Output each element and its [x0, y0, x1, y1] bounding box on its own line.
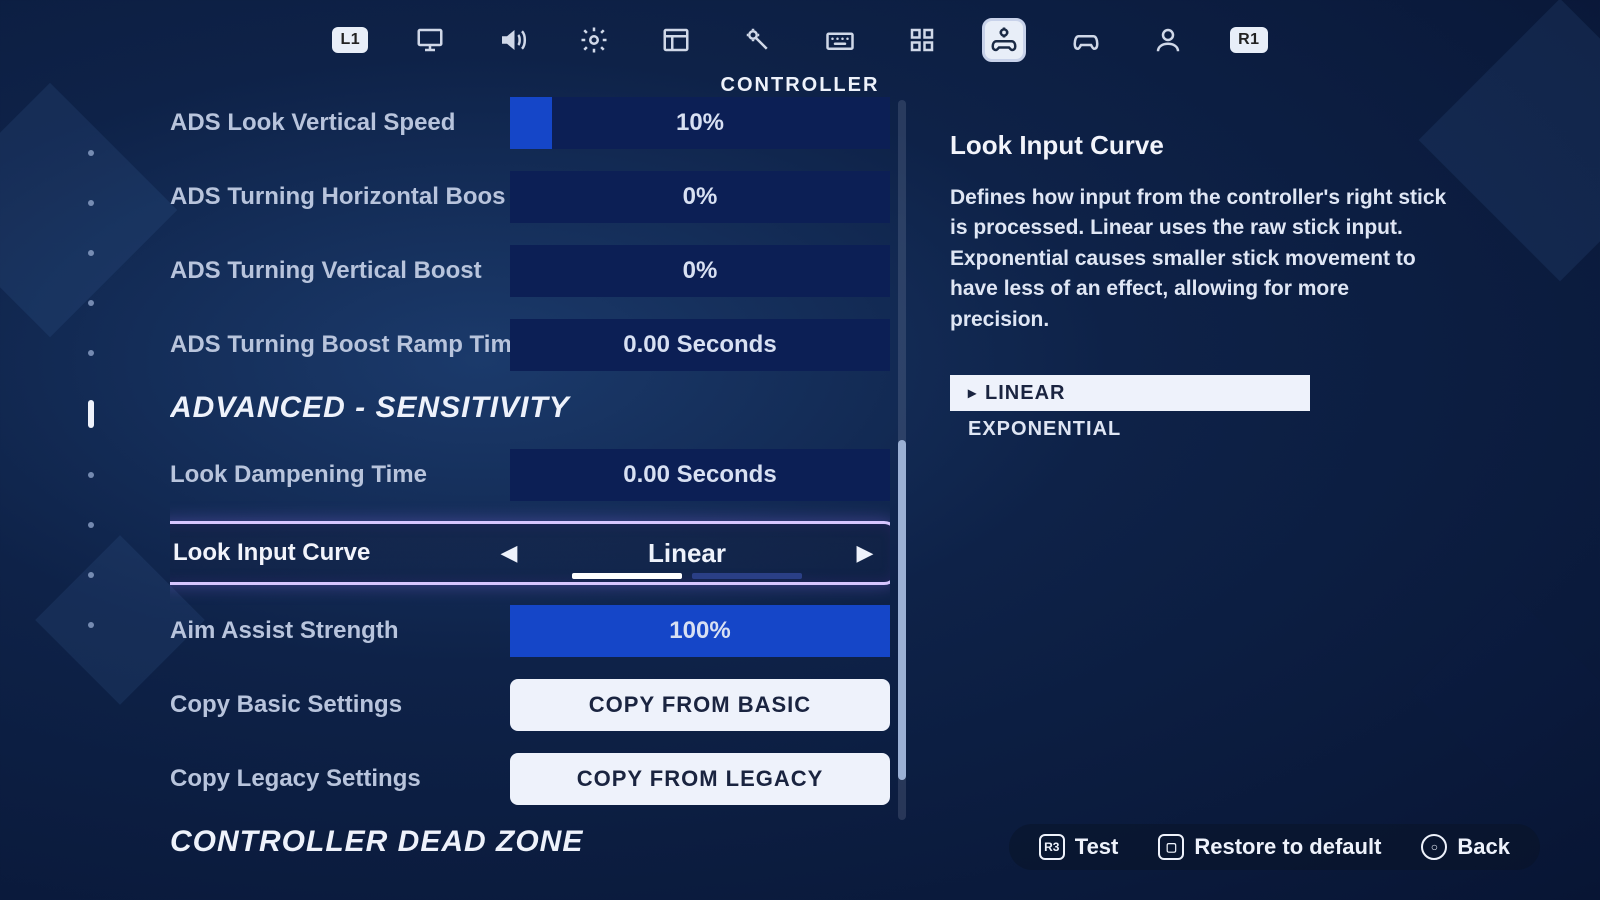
layout-icon	[661, 25, 691, 55]
section-rail	[88, 150, 94, 628]
option-label: LINEAR	[985, 382, 1065, 405]
row-ads-turning-boost-ramp-time[interactable]: ADS Turning Boost Ramp Tim 0.00 Seconds	[170, 317, 890, 373]
setting-value-slider[interactable]: 0.00 Seconds	[510, 319, 890, 371]
setting-value-slider[interactable]: 100%	[510, 605, 890, 657]
tab-hud[interactable]	[654, 18, 698, 62]
selector-next-icon[interactable]: ▶	[849, 540, 881, 566]
section-controller-dead-zone: CONTROLLER DEAD ZONE	[170, 825, 890, 859]
row-copy-basic: Copy Basic Settings COPY FROM BASIC	[170, 677, 890, 733]
setting-label: Look Dampening Time	[170, 461, 510, 489]
option-linear[interactable]: ▸ LINEAR	[950, 375, 1310, 411]
setting-value-text: 100%	[669, 617, 730, 645]
tab-keyboard[interactable]	[818, 18, 862, 62]
section-advanced-sensitivity: ADVANCED - SENSITIVITY	[170, 391, 890, 425]
tab-icons	[408, 18, 1190, 62]
tab-account[interactable]	[1146, 18, 1190, 62]
tab-audio[interactable]	[490, 18, 534, 62]
copy-from-legacy-button[interactable]: COPY FROM LEGACY	[510, 753, 890, 805]
tab-display[interactable]	[408, 18, 452, 62]
settings-list: ADS Look Vertical Speed 10% ADS Turning …	[170, 95, 890, 860]
option-exponential[interactable]: EXPONENTIAL	[950, 411, 1310, 447]
row-look-input-curve[interactable]: Look Input Curve ◀ Linear ▶	[170, 521, 890, 585]
tab-controller-settings[interactable]	[982, 18, 1026, 62]
active-tab-caption: CONTROLLER	[0, 74, 1600, 97]
test-button[interactable]: R3 Test	[1039, 834, 1119, 860]
tab-grid[interactable]	[900, 18, 944, 62]
restore-default-button[interactable]: ▢ Restore to default	[1158, 834, 1381, 860]
speaker-icon	[497, 25, 527, 55]
setting-value-text: 0.00 Seconds	[623, 331, 776, 359]
tab-general[interactable]	[572, 18, 616, 62]
footer-actions: R3 Test ▢ Restore to default ○ Back	[1009, 824, 1540, 870]
square-glyph-icon: ▢	[1158, 834, 1184, 860]
copy-from-basic-button[interactable]: COPY FROM BASIC	[510, 679, 890, 731]
gear-icon	[579, 25, 609, 55]
setting-value-text: 0%	[683, 257, 718, 285]
setting-value-text: 0.00 Seconds	[623, 461, 776, 489]
bumper-right: R1	[1230, 27, 1267, 53]
selector-pager	[572, 573, 802, 579]
top-tab-bar: L1 R1	[0, 18, 1600, 62]
setting-label: ADS Look Vertical Speed	[170, 109, 510, 137]
setting-value-text: 0%	[683, 183, 718, 211]
wrench-gear-icon	[743, 25, 773, 55]
back-button[interactable]: ○ Back	[1421, 834, 1510, 860]
description-body: Defines how input from the controller's …	[950, 183, 1450, 335]
setting-value-slider[interactable]: 10%	[510, 97, 890, 149]
setting-label: ADS Turning Vertical Boost	[170, 257, 510, 285]
setting-label: Aim Assist Strength	[170, 617, 510, 645]
setting-label: ADS Turning Horizontal Boos	[170, 183, 510, 211]
selector-value: Linear	[648, 538, 726, 569]
setting-label: Copy Legacy Settings	[170, 765, 510, 793]
r3-glyph-icon: R3	[1039, 834, 1065, 860]
setting-label: Copy Basic Settings	[170, 691, 510, 719]
person-icon	[1153, 25, 1183, 55]
settings-scrollbar[interactable]	[898, 100, 906, 820]
circle-glyph-icon: ○	[1421, 834, 1447, 860]
option-label: EXPONENTIAL	[968, 418, 1121, 441]
row-ads-look-vertical-speed[interactable]: ADS Look Vertical Speed 10%	[170, 95, 890, 151]
controller-icon	[1071, 25, 1101, 55]
tab-wrench[interactable]	[736, 18, 780, 62]
setting-label: Look Input Curve	[173, 539, 493, 567]
bumper-left: L1	[332, 27, 368, 53]
footer-label: Back	[1457, 834, 1510, 860]
row-ads-turning-horizontal-boost[interactable]: ADS Turning Horizontal Boos 0%	[170, 169, 890, 225]
selector-prev-icon[interactable]: ◀	[493, 540, 525, 566]
monitor-icon	[415, 25, 445, 55]
gear-controller-icon	[989, 25, 1019, 55]
row-aim-assist-strength[interactable]: Aim Assist Strength 100%	[170, 603, 890, 659]
setting-value-slider[interactable]: 0%	[510, 245, 890, 297]
keyboard-icon	[825, 25, 855, 55]
grid-icon	[907, 25, 937, 55]
setting-value-slider[interactable]: 0%	[510, 171, 890, 223]
description-panel: Look Input Curve Defines how input from …	[950, 130, 1450, 447]
section-rail-current	[88, 400, 94, 428]
row-ads-turning-vertical-boost[interactable]: ADS Turning Vertical Boost 0%	[170, 243, 890, 299]
row-look-dampening-time[interactable]: Look Dampening Time 0.00 Seconds	[170, 447, 890, 503]
footer-label: Test	[1075, 834, 1119, 860]
tab-controller[interactable]	[1064, 18, 1108, 62]
footer-label: Restore to default	[1194, 834, 1381, 860]
description-options: ▸ LINEAR EXPONENTIAL	[950, 375, 1450, 447]
setting-label: ADS Turning Boost Ramp Tim	[170, 331, 510, 359]
description-title: Look Input Curve	[950, 130, 1450, 161]
setting-value-text: 10%	[676, 109, 724, 137]
setting-value-slider[interactable]: 0.00 Seconds	[510, 449, 890, 501]
scrollbar-thumb[interactable]	[898, 440, 906, 780]
caret-right-icon: ▸	[968, 383, 977, 403]
row-copy-legacy: Copy Legacy Settings COPY FROM LEGACY	[170, 751, 890, 807]
setting-selector[interactable]: ◀ Linear ▶	[493, 538, 881, 569]
